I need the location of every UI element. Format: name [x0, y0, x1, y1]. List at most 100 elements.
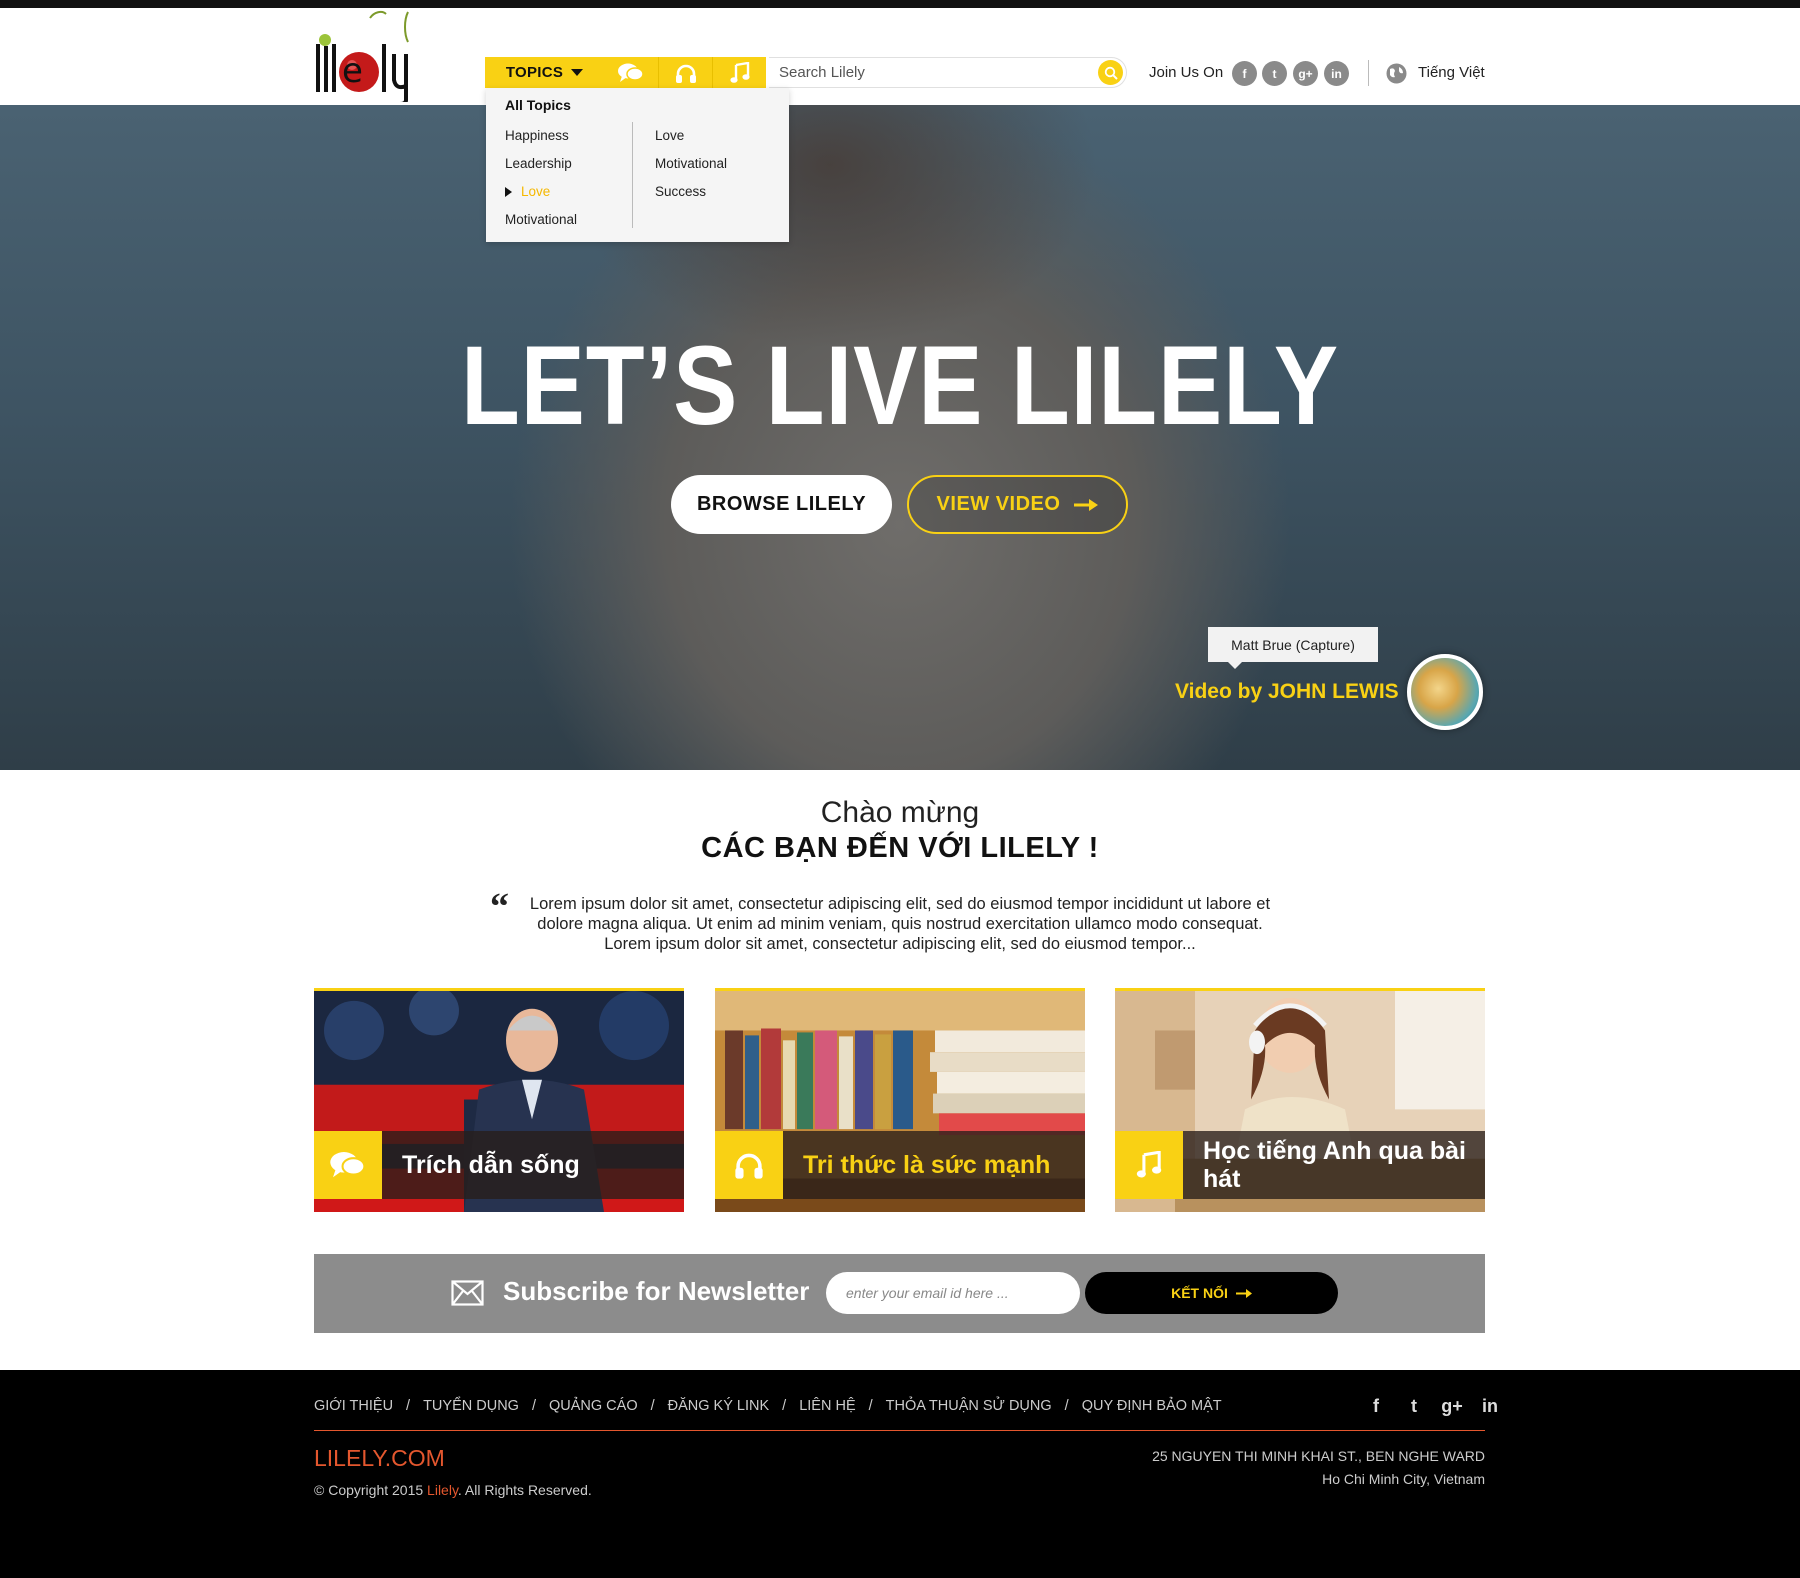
footer-social: f t g+ in — [1365, 1396, 1501, 1417]
envelope-icon — [451, 1280, 484, 1306]
globe-icon[interactable] — [1386, 63, 1407, 84]
newsletter-label: Subscribe for Newsletter — [503, 1276, 810, 1306]
card-title: Tri thức là sức mạnh — [803, 1151, 1051, 1179]
newsletter-email-input[interactable] — [826, 1272, 1080, 1314]
welcome-section: Chào mừng CÁC BẠN ĐẾN VỚI LILELY ! “ Lor… — [0, 770, 1800, 1370]
hero-title: LET’S LIVE LILELY — [460, 323, 1340, 448]
headphones-icon — [675, 64, 696, 83]
footer-link-about[interactable]: GIỚI THIỆU — [314, 1398, 393, 1414]
quotes-category-button[interactable] — [604, 57, 658, 88]
card-caption-bar: Tri thức là sức mạnh — [715, 1131, 1085, 1199]
dropdown-item[interactable]: Leadership — [505, 150, 577, 178]
music-category-button[interactable] — [712, 57, 766, 88]
footer-divider — [314, 1430, 1485, 1431]
copyright-brand: Lilely — [427, 1482, 458, 1498]
topics-button[interactable]: TOPICS — [485, 57, 604, 88]
browse-lilely-button[interactable]: BROWSE LILELY — [671, 475, 892, 534]
topics-label: TOPICS — [505, 64, 564, 81]
card-title: Trích dẫn sống — [402, 1151, 580, 1179]
newsletter-bar: Subscribe for Newsletter KẾT NỐI — [314, 1254, 1485, 1333]
credit-prefix: Video by — [1175, 680, 1263, 703]
category-card-quotes[interactable]: Trích dẫn sống — [314, 988, 684, 1212]
chat-bubbles-icon — [330, 1152, 366, 1178]
copyright-prefix: © Copyright 2015 — [314, 1482, 424, 1498]
dropdown-item[interactable]: Success — [655, 178, 727, 206]
music-note-icon — [729, 61, 750, 83]
chat-bubbles-icon — [618, 63, 644, 82]
dropdown-column-1: Happiness Leadership Love Motivational — [505, 122, 577, 234]
video-credit: Video by JOHN LEWIS — [1175, 680, 1399, 704]
google-plus-icon[interactable]: g+ — [1441, 1396, 1463, 1417]
dropdown-column-2: Love Motivational Success — [655, 122, 727, 206]
copyright: © Copyright 2015 Lilely. All Rights Rese… — [314, 1482, 592, 1498]
footer-separator: / — [868, 1398, 873, 1414]
quote-mark-icon: “ — [490, 886, 509, 928]
header-divider — [1368, 60, 1369, 86]
welcome-heading: CÁC BẠN ĐẾN VỚI LILELY ! — [701, 832, 1099, 864]
view-video-label: VIEW VIDEO — [936, 493, 1061, 515]
footer-separator: / — [782, 1398, 787, 1414]
card-caption-bar: Trích dẫn sống — [314, 1131, 684, 1199]
newsletter-submit-button[interactable]: KẾT NỐI — [1085, 1272, 1338, 1314]
music-note-icon — [1136, 1151, 1162, 1178]
footer-separator: / — [531, 1398, 536, 1414]
svg-text:e: e — [342, 51, 363, 91]
arrow-right-icon — [1074, 498, 1099, 511]
card-icon-box — [715, 1131, 783, 1199]
footer-separator: / — [1064, 1398, 1069, 1414]
address-line-2: Ho Chi Minh City, Vietnam — [1322, 1471, 1485, 1487]
hero-banner: LET’S LIVE LILELY BROWSE LILELY VIEW VID… — [0, 105, 1800, 770]
card-title: Học tiếng Anh qua bài hát — [1203, 1137, 1466, 1193]
card-icon-box — [314, 1131, 382, 1199]
footer-link-contact[interactable]: LIÊN HỆ — [799, 1398, 855, 1414]
footer-brand[interactable]: LILELY.COM — [314, 1445, 445, 1472]
author-avatar[interactable] — [1407, 654, 1483, 730]
footer-separator: / — [650, 1398, 655, 1414]
footer-link-privacy[interactable]: QUY ĐỊNH BẢO MẬT — [1082, 1398, 1222, 1414]
footer-link-terms[interactable]: THỎA THUẬN SỬ DỤNG — [886, 1398, 1052, 1414]
facebook-icon[interactable]: f — [1232, 61, 1257, 86]
dropdown-all-topics[interactable]: All Topics — [505, 97, 571, 113]
dropdown-item-active[interactable]: Love — [505, 178, 577, 206]
language-selector[interactable]: Tiếng Việt — [1418, 64, 1485, 81]
arrow-right-icon — [1235, 1288, 1252, 1298]
dropdown-item[interactable]: Motivational — [655, 150, 727, 178]
dropdown-divider — [632, 122, 633, 228]
facebook-icon[interactable]: f — [1365, 1396, 1387, 1417]
card-caption-bar: Học tiếng Anh qua bài hát — [1115, 1131, 1485, 1199]
footer-link-advertising[interactable]: QUẢNG CÁO — [549, 1398, 638, 1414]
lilely-logo[interactable]: e — [312, 10, 432, 102]
copyright-suffix: . All Rights Reserved. — [457, 1482, 592, 1498]
welcome-greeting: Chào mừng — [820, 796, 980, 829]
dropdown-item[interactable]: Motivational — [505, 206, 577, 234]
view-video-button[interactable]: VIEW VIDEO — [907, 475, 1128, 534]
category-card-knowledge[interactable]: Tri thức là sức mạnh — [715, 988, 1085, 1212]
welcome-quote: Lorem ipsum dolor sit amet, consectetur … — [529, 895, 1271, 953]
address-line-1: 25 NGUYEN THI MINH KHAI ST., BEN NGHE WA… — [1152, 1448, 1485, 1464]
site-header: e TOPICS Search Lilely Join Us On f t g+… — [0, 8, 1800, 105]
footer-separator: / — [406, 1398, 411, 1414]
dropdown-item[interactable]: Love — [655, 122, 727, 150]
twitter-icon[interactable]: t — [1262, 61, 1287, 86]
footer-link-careers[interactable]: TUYỂN DỤNG — [423, 1398, 519, 1414]
search-button[interactable] — [1098, 60, 1123, 85]
linkedin-icon[interactable]: in — [1324, 61, 1349, 86]
footer-link-register[interactable]: ĐĂNG KÝ LINK — [668, 1398, 770, 1414]
google-plus-icon[interactable]: g+ — [1293, 61, 1318, 86]
credit-author-link[interactable]: JOHN LEWIS — [1268, 680, 1399, 703]
search-icon — [1104, 66, 1118, 80]
site-footer: GIỚI THIỆU / TUYỂN DỤNG / QUẢNG CÁO / ĐĂ… — [0, 1370, 1800, 1578]
search-bar — [769, 57, 1127, 88]
top-strip — [0, 0, 1800, 8]
twitter-icon[interactable]: t — [1403, 1396, 1425, 1417]
join-us-label: Join Us On — [1149, 64, 1224, 81]
newsletter-submit-label: KẾT NỐI — [1171, 1285, 1228, 1301]
topics-dropdown: All Topics Happiness Leadership Love Mot… — [486, 88, 789, 242]
credit-tooltip: Matt Brue (Capture) — [1208, 627, 1378, 669]
category-card-music[interactable]: Học tiếng Anh qua bài hát — [1115, 988, 1485, 1212]
audio-category-button[interactable] — [658, 57, 712, 88]
search-input[interactable] — [779, 58, 1079, 87]
headphones-icon — [735, 1153, 763, 1179]
dropdown-item[interactable]: Happiness — [505, 122, 577, 150]
linkedin-icon[interactable]: in — [1479, 1396, 1501, 1417]
